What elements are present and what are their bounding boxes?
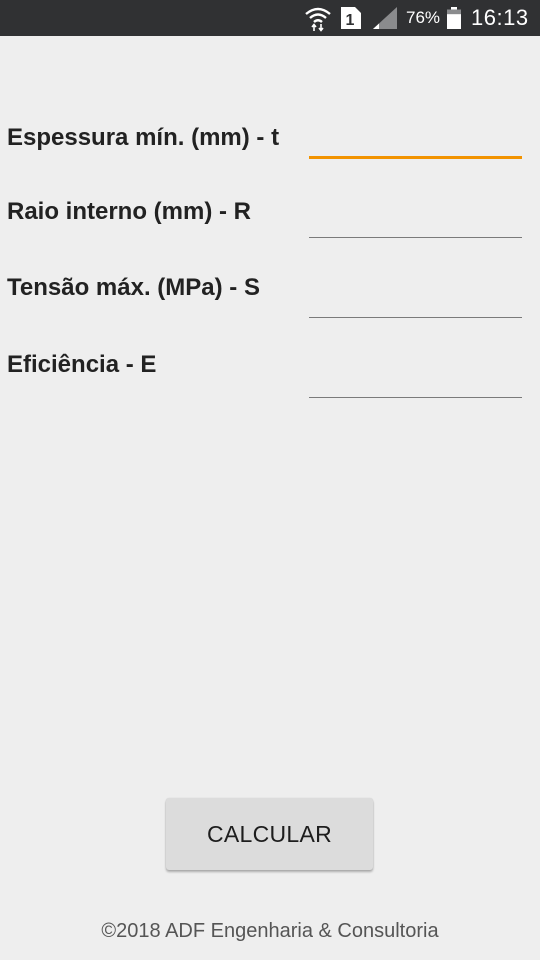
calculate-button[interactable]: CALCULAR [166,798,373,870]
efficiency-label: Eficiência - E [7,351,157,378]
status-bar: 1 76% 16:13 [0,0,540,36]
radius-input[interactable] [309,204,522,238]
efficiency-input[interactable] [309,364,522,398]
thickness-label: Espessura mín. (mm) - t [7,124,280,151]
signal-icon [372,0,398,36]
battery-icon [446,0,462,36]
footer-copyright: ©2018 ADF Engenharia & Consultoria [101,920,439,942]
thickness-input[interactable] [309,125,522,159]
clock: 16:13 [471,5,529,30]
radius-label: Raio interno (mm) - R [7,198,251,225]
sim-icon: 1 [340,0,362,36]
stress-input[interactable] [309,284,522,318]
sim-label: 1 [346,12,355,29]
battery-percent: 76% [406,8,441,27]
wifi-icon [304,0,332,36]
stress-label: Tensão máx. (MPa) - S [7,274,260,301]
